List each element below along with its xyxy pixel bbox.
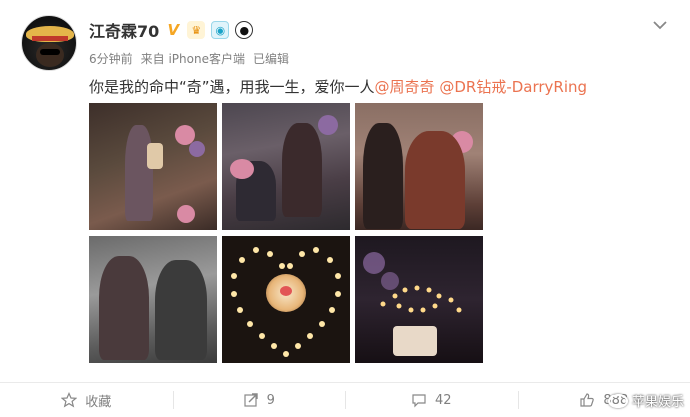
- mention-link[interactable]: @DR钻戒-DarryRing: [439, 78, 587, 96]
- favorite-button[interactable]: 收藏: [0, 383, 173, 417]
- avatar[interactable]: [21, 15, 77, 71]
- panda-icon[interactable]: ●: [235, 21, 254, 39]
- photo-thumbnail[interactable]: [355, 103, 483, 230]
- comment-count: 42: [434, 392, 452, 408]
- post-source[interactable]: 来自 iPhone客户端: [141, 50, 245, 67]
- mention-link[interactable]: @周奇奇: [375, 78, 435, 96]
- comment-icon: [412, 394, 426, 408]
- photo-grid: [89, 103, 485, 367]
- thumbs-up-icon: [580, 393, 595, 407]
- favorite-label: 收藏: [85, 394, 112, 410]
- photo-thumbnail[interactable]: [89, 103, 217, 230]
- camera-icon[interactable]: ◉: [211, 21, 230, 39]
- photo-thumbnail[interactable]: [89, 236, 217, 363]
- repost-count: 9: [266, 392, 275, 408]
- repost-icon: [244, 393, 258, 407]
- repost-button[interactable]: 9: [172, 383, 346, 417]
- watermark-text: 苹果娱乐: [631, 395, 684, 410]
- post-meta: 6分钟前 来自 iPhone客户端 已编辑: [89, 50, 289, 67]
- username[interactable]: 江奇霖70: [89, 18, 159, 42]
- edited-label[interactable]: 已编辑: [253, 50, 289, 67]
- comment-button[interactable]: 42: [345, 383, 518, 417]
- action-bar: 收藏 9 42 888: [0, 383, 690, 417]
- post-text-body: 你是我的命中“奇”遇，用我一生，爱你一人: [89, 78, 375, 96]
- watermark: 苹果娱乐: [607, 391, 684, 410]
- post-time[interactable]: 6分钟前: [89, 50, 133, 67]
- crown-icon[interactable]: ♛: [187, 21, 206, 39]
- star-icon: [61, 392, 78, 408]
- weibo-post-card: 江奇霖70 V ♛ ◉ ● 6分钟前 来自 iPhone客户端 已编辑 你是我的…: [0, 0, 690, 417]
- author-row: 江奇霖70 V ♛ ◉ ●: [89, 18, 254, 42]
- verified-v-icon[interactable]: V: [165, 21, 181, 39]
- photo-thumbnail[interactable]: [222, 236, 350, 363]
- photo-thumbnail[interactable]: [222, 103, 350, 230]
- photo-thumbnail[interactable]: [355, 236, 483, 363]
- post-text: 你是我的命中“奇”遇，用我一生，爱你一人@周奇奇 @DR钻戒-DarryRing: [89, 76, 587, 97]
- chevron-down-icon[interactable]: [652, 17, 668, 33]
- weibo-logo-icon: [607, 393, 628, 408]
